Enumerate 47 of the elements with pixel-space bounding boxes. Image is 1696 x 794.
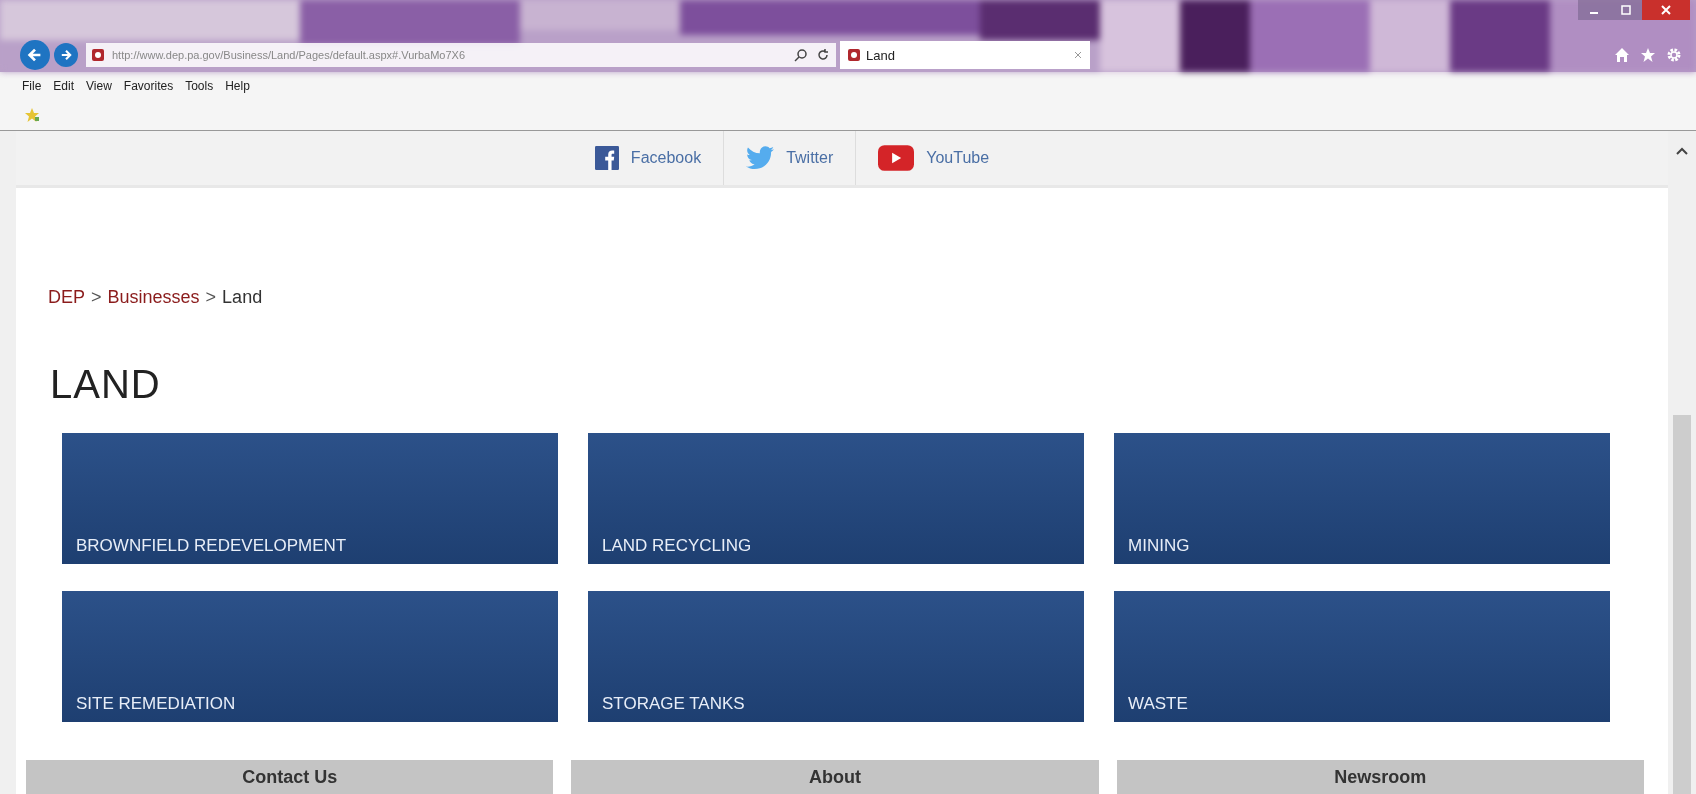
refresh-icon[interactable]: [816, 48, 830, 62]
forward-arrow-icon: [59, 48, 73, 62]
category-tile[interactable]: WASTE: [1114, 591, 1610, 722]
home-icon[interactable]: [1614, 47, 1630, 63]
site-icon: [848, 49, 860, 61]
breadcrumb-link[interactable]: Businesses: [107, 287, 200, 308]
bird-icon: [746, 146, 775, 170]
page-heading: LAND: [50, 362, 162, 407]
maximize-button[interactable]: [1610, 0, 1642, 20]
close-button[interactable]: [1642, 0, 1690, 20]
menu-item[interactable]: Tools: [185, 79, 214, 93]
category-tile[interactable]: LAND RECYCLING: [588, 433, 1084, 564]
close-icon: [1661, 5, 1671, 15]
category-tile[interactable]: SITE REMEDIATION: [62, 591, 558, 722]
menu-item[interactable]: File: [22, 79, 42, 93]
menu-item[interactable]: View: [86, 79, 112, 93]
category-tile[interactable]: STORAGE TANKS: [588, 591, 1084, 722]
close-tab-icon[interactable]: [1074, 51, 1082, 59]
menu-item[interactable]: Help: [225, 79, 250, 93]
category-tile[interactable]: MINING: [1114, 433, 1610, 564]
category-tile[interactable]: BROWNFIELD REDEVELOPMENT: [62, 433, 558, 564]
footer-tab[interactable]: Contact Us: [26, 760, 554, 794]
footer-tab[interactable]: Newsroom: [1116, 760, 1644, 794]
search-icon[interactable]: [794, 48, 808, 62]
site-icon: [92, 49, 104, 61]
minimize-button[interactable]: [1578, 0, 1610, 20]
star-icon[interactable]: [1640, 47, 1656, 63]
browser-tab[interactable]: Land: [840, 41, 1090, 69]
social-link[interactable]: Twitter: [723, 131, 856, 185]
address-text: http://www.dep.pa.gov/Business/Land/Pages/default.aspx#.VurbaMo7X6: [112, 49, 467, 61]
f-logo-icon: [594, 146, 619, 170]
scroll-up-icon[interactable]: [1676, 147, 1688, 155]
settings-icon[interactable]: [1666, 47, 1682, 63]
favorites-star-icon[interactable]: [24, 107, 40, 123]
social-link[interactable]: YouTube: [855, 131, 1012, 185]
play-icon: [878, 145, 915, 171]
breadcrumb-link[interactable]: DEP: [48, 287, 85, 308]
minimize-icon: [1590, 12, 1598, 14]
menu-item[interactable]: Edit: [53, 79, 75, 93]
footer-tab[interactable]: About: [571, 760, 1099, 794]
breadcrumb-separator: >: [91, 287, 102, 308]
breadcrumb-separator: >: [205, 287, 217, 308]
menu-item[interactable]: Favorites: [123, 79, 174, 93]
social-link[interactable]: Facebook: [572, 131, 724, 185]
breadcrumb-current: Land: [222, 287, 263, 308]
tab-title: Land: [866, 47, 896, 63]
maximize-icon: [1621, 5, 1631, 15]
